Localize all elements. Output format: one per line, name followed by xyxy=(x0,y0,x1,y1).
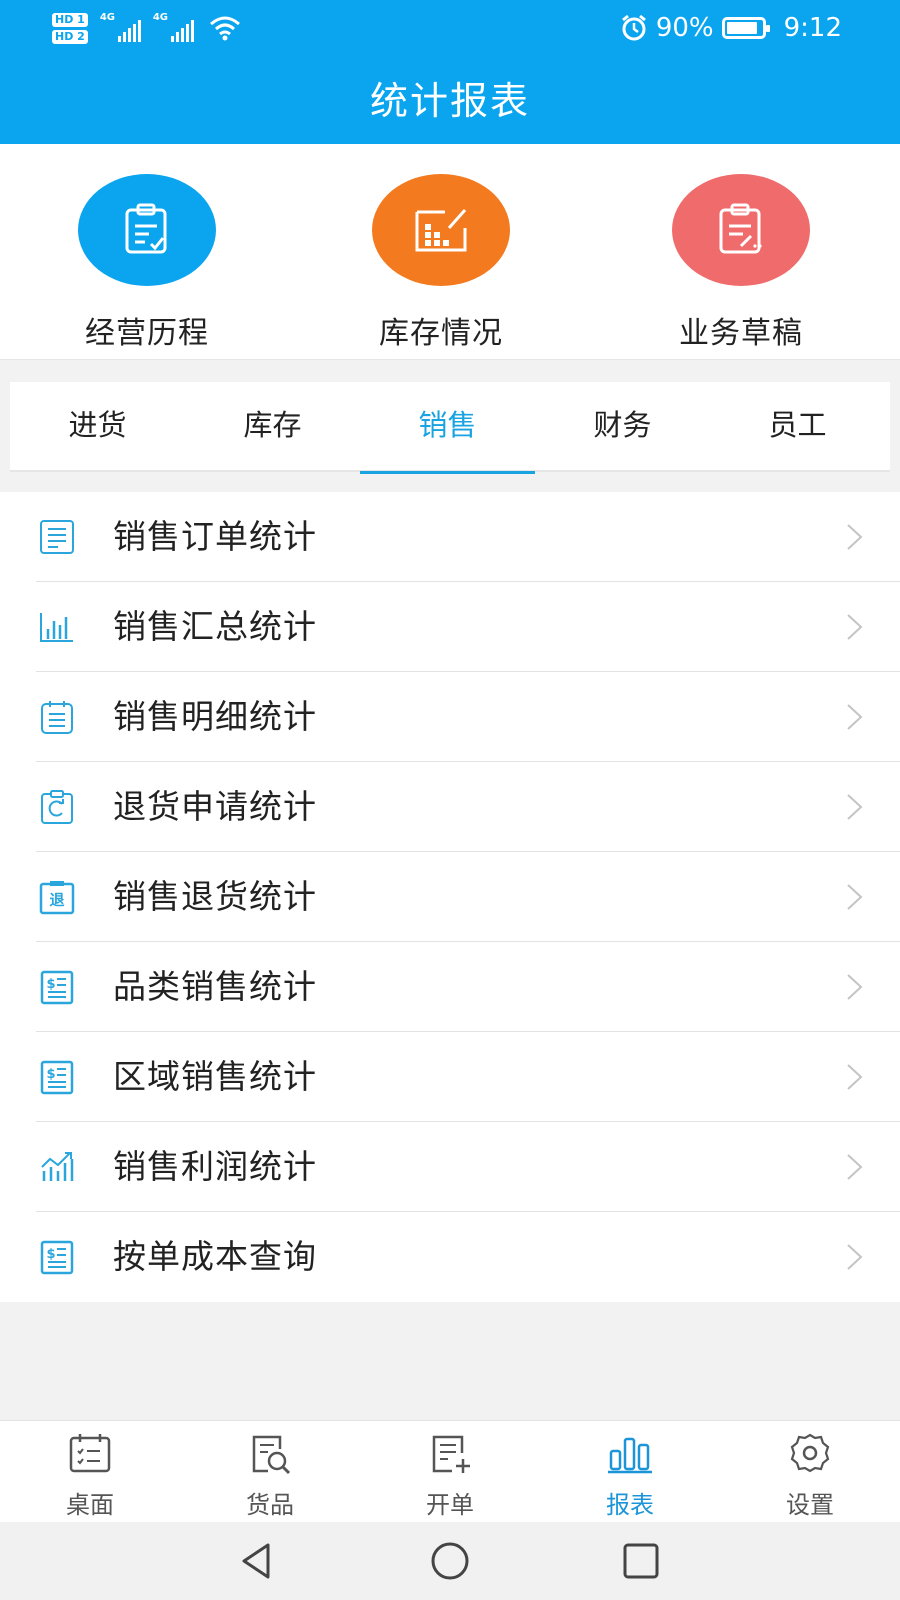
chevron-right-icon xyxy=(847,884,863,910)
recents-icon[interactable] xyxy=(620,1540,662,1582)
nav-goods[interactable]: 货品 xyxy=(180,1431,360,1520)
list-item-label: 退货申请统计 xyxy=(113,787,317,826)
dollar-doc-icon: $ xyxy=(40,1240,74,1275)
list-item[interactable]: 销售明细统计 xyxy=(0,672,900,762)
list-item[interactable]: $ 区域销售统计 xyxy=(0,1032,900,1122)
app-screen: HD 1 HD 2 4G 4G 90% 9:12 统计报表 经营历程 库存情况 … xyxy=(0,0,900,1600)
list-item[interactable]: 退 销售退货统计 xyxy=(0,852,900,942)
status-left: HD 1 HD 2 4G 4G xyxy=(52,8,242,48)
quick-actions: 经营历程 库存情况 业务草稿 xyxy=(0,144,900,360)
report-list: 销售订单统计 销售汇总统计 销售明细统计 退货申请统计 退 销售退货统计 $ 品… xyxy=(0,492,900,1302)
chevron-right-icon xyxy=(847,614,863,640)
list-item-label: 按单成本查询 xyxy=(113,1237,317,1276)
list-item[interactable]: $ 品类销售统计 xyxy=(0,942,900,1032)
network-type-2: 4G xyxy=(152,12,168,23)
list-item-label: 销售退货统计 xyxy=(113,877,317,916)
tab-sales[interactable]: 销售 xyxy=(360,382,535,474)
list-item-label: 品类销售统计 xyxy=(113,967,317,1006)
dollar-doc-icon: $ xyxy=(40,970,74,1005)
clipboard-draft-icon xyxy=(719,203,762,254)
trend-chart-icon xyxy=(41,1152,74,1181)
network-type-1: 4G xyxy=(99,12,115,23)
chevron-right-icon xyxy=(847,704,863,730)
desktop-calendar-icon xyxy=(69,1434,111,1473)
svg-text:$: $ xyxy=(46,1067,55,1082)
return-badge-text: 退 xyxy=(49,891,64,909)
bar-chart-icon xyxy=(40,613,73,642)
list-item-label: 销售明细统计 xyxy=(113,697,317,736)
list-item-label: 区域销售统计 xyxy=(113,1057,317,1096)
nav-label: 货品 xyxy=(246,1491,294,1519)
inventory-chart-icon xyxy=(415,209,467,252)
quick-action-business-history[interactable]: 经营历程 xyxy=(47,174,247,352)
dollar-doc-icon: $ xyxy=(40,1060,74,1095)
home-icon[interactable] xyxy=(429,1540,471,1582)
quick-action-circle xyxy=(372,174,510,286)
quick-action-circle xyxy=(672,174,810,286)
category-tabs: 进货 库存 销售 财务 员工 xyxy=(10,382,890,474)
list-item[interactable]: 销售订单统计 xyxy=(0,492,900,582)
bottom-nav: 桌面 货品 开单 报表 设置 xyxy=(0,1420,900,1522)
nav-label: 桌面 xyxy=(66,1491,114,1519)
hd2-badge: HD 2 xyxy=(52,29,88,44)
chevron-right-icon xyxy=(847,1154,863,1180)
quick-action-circle xyxy=(78,174,216,286)
hd1-badge: HD 1 xyxy=(52,12,88,27)
status-right: 90% 9:12 xyxy=(620,10,842,46)
status-bar: HD 1 HD 2 4G 4G 90% 9:12 xyxy=(0,0,900,58)
settings-gear-icon xyxy=(790,1433,830,1473)
battery-percent: 90% xyxy=(655,13,714,43)
quick-action-business-draft[interactable]: 业务草稿 xyxy=(641,174,841,352)
hd-indicators: HD 1 HD 2 xyxy=(52,12,88,44)
alarm-icon xyxy=(621,14,646,41)
svg-text:$: $ xyxy=(46,1247,55,1262)
battery-level xyxy=(726,22,757,34)
wifi-icon xyxy=(209,16,240,41)
list-item-label: 销售汇总统计 xyxy=(113,607,317,646)
chevron-right-icon xyxy=(847,794,863,820)
page-title: 统计报表 xyxy=(369,79,530,123)
nav-settings[interactable]: 设置 xyxy=(720,1431,900,1520)
nav-label: 开单 xyxy=(426,1491,474,1519)
nav-label: 报表 xyxy=(606,1491,654,1519)
goods-search-icon xyxy=(252,1435,291,1475)
chevron-right-icon xyxy=(847,974,863,1000)
quick-action-label: 经营历程 xyxy=(85,316,209,351)
clock: 9:12 xyxy=(783,13,842,43)
app-header: HD 1 HD 2 4G 4G 90% 9:12 统计报表 xyxy=(0,0,900,144)
nav-desktop[interactable]: 桌面 xyxy=(0,1431,180,1520)
quick-action-label: 库存情况 xyxy=(379,316,503,351)
report-bars-icon xyxy=(608,1437,652,1474)
detail-list-icon xyxy=(41,701,73,734)
list-item-label: 销售订单统计 xyxy=(113,517,317,556)
tab-inventory[interactable]: 库存 xyxy=(185,382,360,472)
system-nav-bar xyxy=(0,1522,900,1600)
tab-finance[interactable]: 财务 xyxy=(535,382,710,472)
quick-action-label: 业务草稿 xyxy=(679,316,803,351)
clipboard-check-icon xyxy=(125,203,167,254)
back-icon[interactable] xyxy=(236,1540,278,1582)
tab-purchase[interactable]: 进货 xyxy=(10,382,185,472)
nav-new-order[interactable]: 开单 xyxy=(360,1431,540,1520)
chevron-right-icon xyxy=(847,1064,863,1090)
return-badge-icon: 退 xyxy=(39,881,75,915)
list-item[interactable]: $ 按单成本查询 xyxy=(0,1212,900,1302)
nav-reports[interactable]: 报表 xyxy=(540,1431,720,1520)
nav-label: 设置 xyxy=(786,1491,834,1519)
svg-text:$: $ xyxy=(46,977,55,992)
order-list-icon xyxy=(40,520,74,554)
list-item[interactable]: 退货申请统计 xyxy=(0,762,900,852)
tab-staff[interactable]: 员工 xyxy=(710,382,885,472)
list-item[interactable]: 销售汇总统计 xyxy=(0,582,900,672)
battery-icon xyxy=(721,17,770,39)
new-order-icon xyxy=(432,1435,470,1473)
list-item[interactable]: 销售利润统计 xyxy=(0,1122,900,1212)
chevron-right-icon xyxy=(847,1244,863,1270)
list-item-label: 销售利润统计 xyxy=(113,1147,317,1186)
signal-1-icon: 4G xyxy=(99,12,141,42)
signal-2-icon: 4G xyxy=(152,12,194,42)
return-request-icon xyxy=(41,790,73,824)
chevron-right-icon xyxy=(847,524,863,550)
quick-action-inventory[interactable]: 库存情况 xyxy=(341,174,541,352)
